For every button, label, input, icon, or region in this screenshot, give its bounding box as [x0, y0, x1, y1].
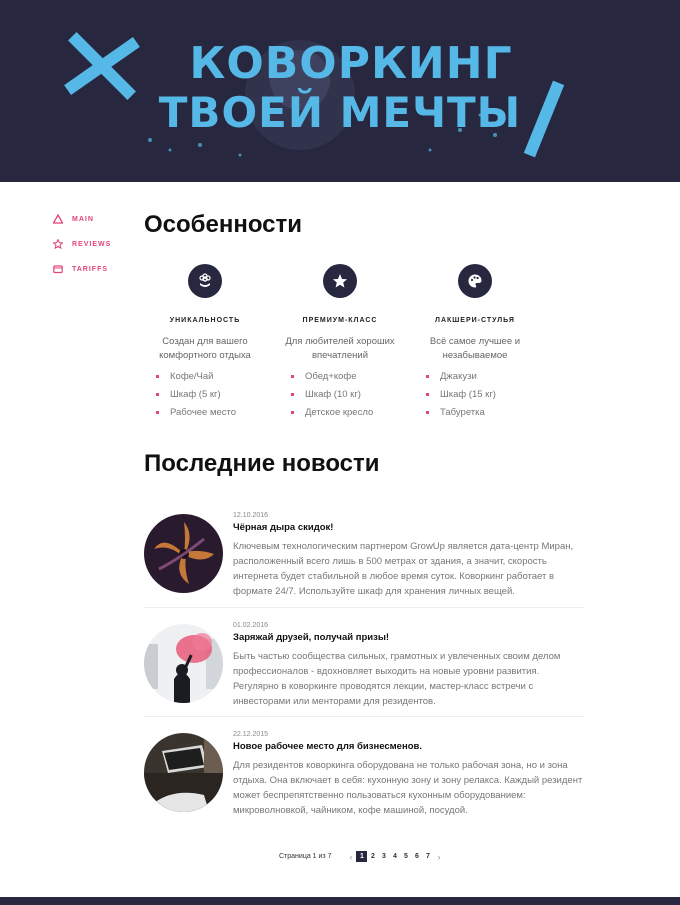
page-button-2[interactable]: 2	[367, 851, 378, 862]
feature-list: Джакузи Шкаф (15 кг) Табуретка	[410, 368, 540, 422]
flower-icon	[188, 264, 222, 298]
page-button-6[interactable]: 6	[411, 851, 422, 862]
feature-card: Премиум-класс Для любителей хороших впеч…	[275, 264, 405, 422]
list-item: Рабочее место	[156, 404, 270, 422]
feature-list: Обед+кофе Шкаф (10 кг) Детское кресло	[275, 368, 405, 422]
feature-card: Лакшери-стулья Всё самое лучшее и незабы…	[410, 264, 540, 422]
list-item: Обед+кофе	[291, 368, 405, 386]
feature-title: Премиум-класс	[302, 317, 378, 324]
page-button-7[interactable]: 7	[422, 851, 433, 862]
feature-list: Кофе/Чай Шкаф (5 кг) Рабочее место	[140, 368, 270, 422]
sidebar-item-reviews[interactable]: reviews	[53, 238, 133, 250]
star-icon	[323, 264, 357, 298]
feature-description: Всё самое лучшее и незабываемое	[429, 336, 521, 361]
feature-card: Уникальность Создан для вашего комфортно…	[140, 264, 270, 422]
news-date: 12.10.2016	[233, 512, 269, 519]
divider	[144, 716, 584, 717]
list-item: Шкаф (10 кг)	[291, 386, 405, 404]
page-button-4[interactable]: 4	[389, 851, 400, 862]
page-indicator: Страница 1 из 7	[279, 853, 332, 860]
page-button-5[interactable]: 5	[400, 851, 411, 862]
page-button-3[interactable]: 3	[378, 851, 389, 862]
star-icon	[53, 239, 63, 249]
list-item: Кофе/Чай	[156, 368, 270, 386]
footer-bar	[0, 897, 680, 905]
feature-description: Создан для вашего комфортного отдыха	[159, 336, 251, 361]
news-image[interactable]	[144, 624, 223, 703]
sidebar-item-label: main	[72, 215, 94, 223]
features-title: Особенности	[144, 211, 303, 238]
triangle-icon	[53, 214, 63, 224]
wallet-icon	[53, 265, 63, 274]
news-image[interactable]	[144, 514, 223, 593]
hero-title-line2: ТВОЕЙ МЕЧТЫ	[158, 88, 522, 137]
sidebar-item-tariffs[interactable]: tariffs	[53, 263, 133, 275]
news-date: 01.02.2016	[233, 622, 269, 629]
news-title: Последние новости	[144, 450, 380, 477]
palette-icon	[458, 264, 492, 298]
news-excerpt: Быть частью сообщества сильных, грамотны…	[233, 651, 561, 707]
pagination: Страница 1 из 7 ‹ 1 2 3 4 5 6 7 ›	[279, 851, 444, 862]
news-image[interactable]	[144, 733, 223, 812]
hero-title-line1: КОВОРКИНГ	[189, 38, 513, 89]
page-button-1[interactable]: 1	[356, 851, 368, 862]
next-page-button[interactable]: ›	[433, 851, 444, 862]
feature-title: Лакшери-стулья	[435, 317, 515, 324]
list-item: Джакузи	[426, 368, 540, 386]
sidebar-item-label: tariffs	[72, 265, 109, 273]
sidebar-item-label: reviews	[72, 240, 112, 248]
feature-title: Уникальность	[169, 317, 241, 324]
list-item: Шкаф (5 кг)	[156, 386, 270, 404]
feature-description: Для любителей хороших впечатлений	[285, 336, 395, 361]
list-item: Шкаф (15 кг)	[426, 386, 540, 404]
list-item: Детское кресло	[291, 404, 405, 422]
sidebar-item-main[interactable]: main	[53, 213, 133, 225]
news-headline[interactable]: Чёрная дыра скидок!	[233, 522, 584, 533]
news-headline[interactable]: Новое рабочее место для бизнесменов.	[233, 741, 584, 752]
list-item: Табуретка	[426, 404, 540, 422]
prev-page-button[interactable]: ‹	[345, 851, 356, 862]
news-excerpt: Для резидентов коворкинга оборудована не…	[233, 760, 583, 816]
divider	[144, 607, 584, 608]
hero-banner: КОВОРКИНГ ТВОЕЙ МЕЧТЫ	[0, 0, 680, 182]
news-date: 22.12.2015	[233, 731, 269, 738]
sidebar-nav: main reviews tariffs	[53, 213, 133, 288]
news-headline[interactable]: Заряжай друзей, получай призы!	[233, 632, 584, 643]
news-excerpt: Ключевым технологическим партнером GrowU…	[233, 541, 574, 597]
